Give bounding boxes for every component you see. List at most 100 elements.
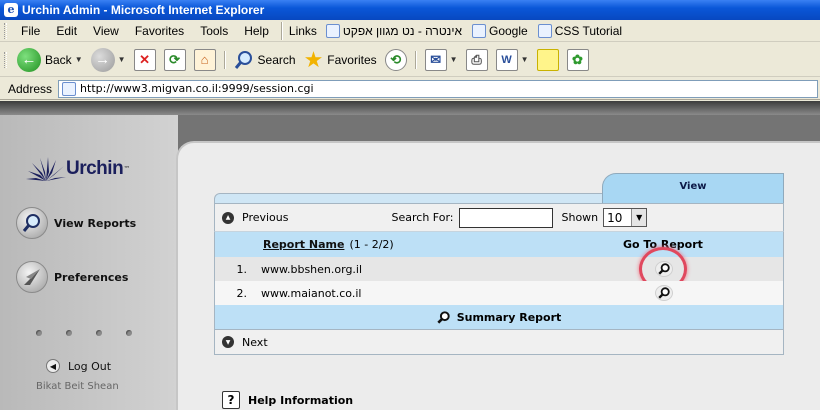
menu-separator xyxy=(280,21,283,40)
search-for-label: Search For: xyxy=(391,211,454,224)
menu-file[interactable]: File xyxy=(13,24,48,38)
logout-label: Log Out xyxy=(68,359,112,373)
tab-strip: View xyxy=(214,173,784,203)
table-header: Report Name (1 - 2/2) Go To Report xyxy=(214,231,784,257)
address-url: http://www3.migvan.co.il:9999/session.cg… xyxy=(80,82,314,95)
menu-help[interactable]: Help xyxy=(236,24,277,38)
messenger-button[interactable]: ✿ xyxy=(563,46,593,74)
link-google[interactable]: Google xyxy=(467,23,533,38)
menu-bar: File Edit View Favorites Tools Help Link… xyxy=(0,20,820,42)
stop-button[interactable]: ✕ xyxy=(130,46,160,74)
word-icon: W xyxy=(495,48,518,71)
nav-preferences-label: Preferences xyxy=(54,270,129,284)
decorative-dots xyxy=(36,330,132,336)
history-icon: ⟲ xyxy=(384,48,407,71)
address-label: Address xyxy=(8,81,53,96)
go-to-report-button-2[interactable] xyxy=(655,285,673,301)
home-button[interactable]: ⌂ xyxy=(190,46,220,74)
search-for-input[interactable] xyxy=(458,207,553,228)
link-css-tutorial-label: CSS Tutorial xyxy=(554,23,623,38)
menu-tools[interactable]: Tools xyxy=(192,24,236,38)
toolbar-separator xyxy=(414,50,417,69)
help-question-icon: ? xyxy=(222,391,240,409)
page-icon xyxy=(537,23,552,38)
shown-select-value: 10 xyxy=(607,210,623,225)
back-circle-icon: ◀ xyxy=(46,359,60,373)
previous-arrow-icon[interactable]: ▲ xyxy=(222,211,234,224)
chevron-down-icon[interactable]: ▼ xyxy=(75,55,83,64)
nav-preferences[interactable]: Preferences xyxy=(16,261,128,293)
toolbar-grip[interactable] xyxy=(4,22,7,39)
link-intranet[interactable]: אינטרה - נט מגוון אפקט xyxy=(321,23,467,38)
back-label: Back xyxy=(45,52,72,67)
chevron-down-icon[interactable]: ▼ xyxy=(450,55,458,64)
forward-button[interactable]: → ▼ xyxy=(87,46,130,74)
logout-link[interactable]: ◀ Log Out xyxy=(46,359,111,373)
page-icon xyxy=(325,23,340,38)
flower-icon: ✿ xyxy=(566,48,589,71)
chevron-down-icon[interactable]: ▼ xyxy=(118,55,126,64)
pagination-controls-top: ▲ Previous Search For: Shown 10 ▼ xyxy=(214,203,784,231)
title-bar: e Urchin Admin - Microsoft Internet Expl… xyxy=(0,0,820,20)
history-button[interactable]: ⟲ xyxy=(381,46,411,74)
previous-link[interactable]: Previous xyxy=(242,211,289,224)
shown-label: Shown xyxy=(561,211,599,224)
search-button[interactable]: Search xyxy=(230,46,300,74)
reports-panel: View ▲ Previous Search For: Shown 10 ▼ R… xyxy=(214,173,784,355)
web-page: Urchin ™ View Reports Preferences ◀ Log … xyxy=(0,101,820,410)
menu-favorites[interactable]: Favorites xyxy=(127,24,192,38)
column-report-name[interactable]: Report Name xyxy=(263,238,344,251)
back-arrow-icon: ← xyxy=(17,47,41,72)
address-bar: Address http://www3.migvan.co.il:9999/se… xyxy=(0,78,820,100)
row-index: 1. xyxy=(236,262,248,276)
magnifier-icon xyxy=(658,287,670,299)
standard-toolbar: ← Back ▼ → ▼ ✕ ⟳ ⌂ Search ★ Favorites ⟲ … xyxy=(0,43,820,77)
magnifier-icon xyxy=(16,207,48,239)
help-information[interactable]: ? Help Information xyxy=(222,391,353,409)
window-title: Urchin Admin - Microsoft Internet Explor… xyxy=(22,3,265,17)
nav-view-reports-label: View Reports xyxy=(54,216,137,230)
print-button[interactable]: ⎙ xyxy=(462,46,492,74)
address-input[interactable]: http://www3.migvan.co.il:9999/session.cg… xyxy=(58,79,818,98)
links-label: Links xyxy=(288,23,317,38)
link-intranet-label: אינטרה - נט מגוון אפקט xyxy=(342,23,462,38)
summary-report-link[interactable]: Summary Report xyxy=(457,311,562,324)
notes-button[interactable] xyxy=(533,46,563,74)
sidebar: Urchin ™ View Reports Preferences ◀ Log … xyxy=(0,115,178,410)
go-to-report-button-1[interactable] xyxy=(655,261,673,277)
dot xyxy=(36,330,42,336)
next-arrow-icon[interactable]: ▼ xyxy=(222,336,234,348)
toolbar-grip[interactable] xyxy=(4,51,7,68)
link-google-label: Google xyxy=(489,23,528,38)
row-domain: www.maianot.co.il xyxy=(261,286,362,300)
nav-view-reports[interactable]: View Reports xyxy=(16,207,136,239)
link-css-tutorial[interactable]: CSS Tutorial xyxy=(533,23,627,38)
ie-logo-icon: e xyxy=(4,3,18,17)
page-icon xyxy=(472,23,486,38)
summary-report-row[interactable]: Summary Report xyxy=(214,305,784,329)
magnifier-icon xyxy=(437,310,451,324)
back-button[interactable]: ← Back ▼ xyxy=(13,46,87,74)
row-domain: www.bbshen.org.il xyxy=(261,262,363,276)
next-link[interactable]: Next xyxy=(242,336,268,349)
paper-plane-icon xyxy=(16,261,48,293)
logo-trademark: ™ xyxy=(123,165,131,173)
mail-button[interactable]: ✉ ▼ xyxy=(421,46,462,74)
mail-icon: ✉ xyxy=(424,48,447,71)
dot xyxy=(66,330,72,336)
edit-button[interactable]: W ▼ xyxy=(492,46,533,74)
refresh-button[interactable]: ⟳ xyxy=(160,46,190,74)
chevron-down-icon[interactable]: ▼ xyxy=(631,209,647,226)
menu-edit[interactable]: Edit xyxy=(48,24,85,38)
shown-select[interactable]: 10 ▼ xyxy=(603,208,648,227)
menu-view[interactable]: View xyxy=(85,24,127,38)
refresh-icon: ⟳ xyxy=(163,48,186,71)
tab-view[interactable]: View xyxy=(602,173,784,203)
logo-text: Urchin xyxy=(66,158,124,179)
forward-arrow-icon: → xyxy=(90,47,115,72)
pagination-controls-bottom: ▼ Next xyxy=(214,329,784,355)
dot xyxy=(126,330,132,336)
chevron-down-icon[interactable]: ▼ xyxy=(521,55,529,64)
main-content: View ▲ Previous Search For: Shown 10 ▼ R… xyxy=(176,141,820,410)
favorites-button[interactable]: ★ Favorites xyxy=(300,46,381,74)
